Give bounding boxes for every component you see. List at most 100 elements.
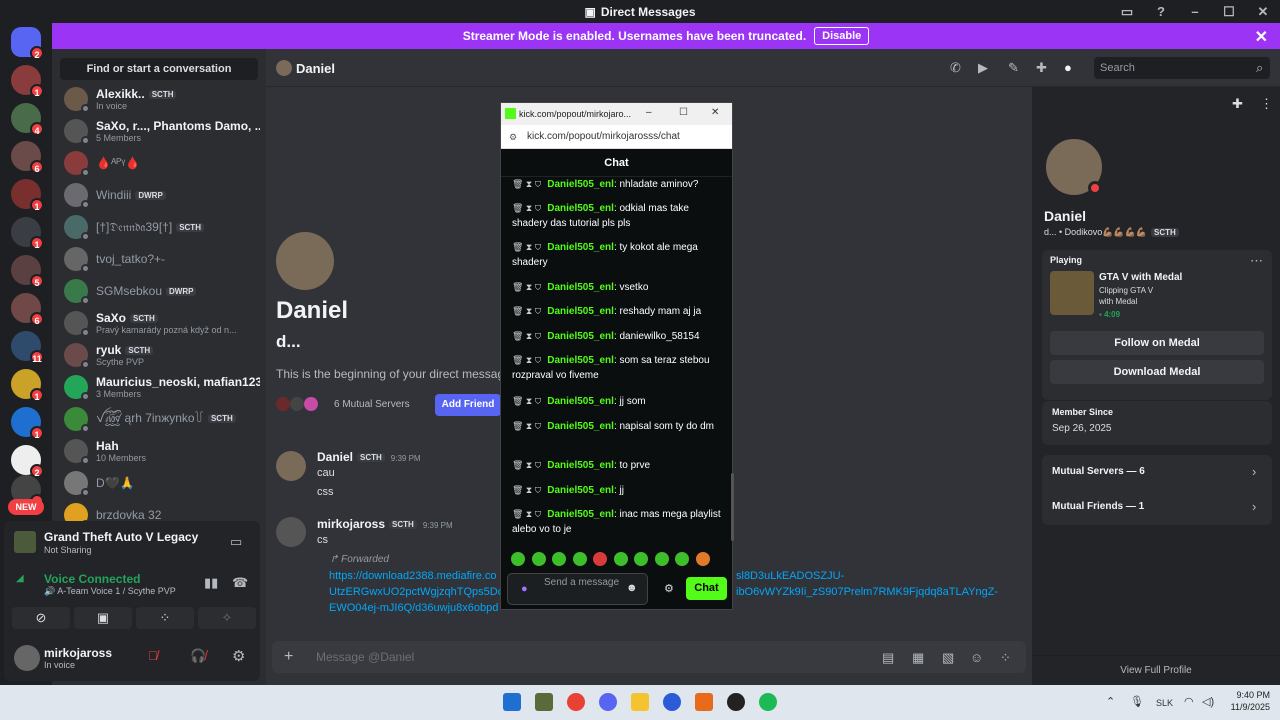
- kick-chat-message[interactable]: 🗑 ⧗ ⛉ Daniel505_enl: to prve: [512, 458, 722, 473]
- emote-icon[interactable]: [572, 552, 587, 566]
- more-icon[interactable]: ⋮: [1260, 96, 1273, 112]
- dm-item[interactable]: ꪜ꫞ ąrh 7inжynko꒦ SCTH: [64, 403, 260, 435]
- spotify-icon[interactable]: [759, 693, 777, 711]
- site-settings-icon[interactable]: ⚙: [509, 132, 517, 143]
- add-friend-button[interactable]: Add Friend: [435, 394, 501, 416]
- server-icon[interactable]: 6: [11, 293, 44, 326]
- find-conversation-input[interactable]: Find or start a conversation: [60, 58, 258, 80]
- kick-chat-message[interactable]: 🗑 ⧗ ⛉ Daniel505_enl: jj som: [512, 394, 722, 409]
- minimize-button[interactable]: –: [1178, 4, 1212, 19]
- minimize-button[interactable]: –: [646, 107, 652, 118]
- add-friend-icon[interactable]: ✚: [1232, 96, 1243, 112]
- dm-item[interactable]: Hah 10 Members: [64, 435, 260, 467]
- settings-gear-icon[interactable]: ⚙: [232, 647, 245, 665]
- help-icon[interactable]: ?: [1144, 4, 1178, 19]
- moderation-icons[interactable]: 🗑 ⧗ ⛉: [512, 306, 541, 316]
- chat-username[interactable]: Daniel505_enl: [547, 421, 614, 432]
- kick-chat-message[interactable]: 🗑 ⧗ ⛉ Daniel505_enl: jj: [512, 483, 722, 498]
- app-icon[interactable]: [535, 693, 553, 711]
- dm-item[interactable]: SaXo, r..., Phantoms Damo, ... 5 Members: [64, 115, 260, 147]
- follow-on-medal-button[interactable]: Follow on Medal: [1050, 331, 1264, 355]
- server-icon[interactable]: 1: [11, 217, 44, 250]
- disconnect-icon[interactable]: ☎: [232, 575, 248, 591]
- chat-username[interactable]: Daniel505_enl: [547, 331, 614, 342]
- voice-channel[interactable]: 🔊 A-Team Voice 1 / Scythe PVP: [44, 586, 176, 597]
- moderation-icons[interactable]: 🗑 ⧗ ⛉: [512, 331, 541, 341]
- gift-icon[interactable]: ▤: [882, 650, 894, 666]
- wifi-icon[interactable]: ◠: [1184, 695, 1194, 708]
- server-icon[interactable]: 1: [11, 65, 44, 98]
- dm-item[interactable]: SaXo SCTH Pravý kamarády pozná když od n..…: [64, 307, 260, 339]
- close-banner-icon[interactable]: ✕: [1255, 27, 1268, 47]
- link[interactable]: https://download2388.mediafire.co: [329, 570, 497, 582]
- moderation-icons[interactable]: 🗑 ⧗ ⛉: [512, 242, 541, 252]
- settings-gear-icon[interactable]: ⚙: [664, 582, 674, 595]
- moderation-icons[interactable]: 🗑 ⧗ ⛉: [512, 396, 541, 406]
- home-button[interactable]: 2: [11, 27, 44, 60]
- link[interactable]: ibO6vWYZk9Ii_zS907Prelm7RMK9Fjqdq8aTLAYn…: [736, 586, 998, 598]
- emote-icon[interactable]: [695, 552, 710, 566]
- mutual-servers-row[interactable]: Mutual Servers — 6: [1052, 466, 1145, 477]
- dm-item[interactable]: Alexikk.. SCTH In voice: [64, 83, 260, 115]
- scrollbar[interactable]: [731, 473, 734, 541]
- discord-taskbar-icon[interactable]: [599, 693, 617, 711]
- kick-chat-message[interactable]: 🗑 ⧗ ⛉ Daniel505_enl: vsetko: [512, 280, 722, 295]
- gif-icon[interactable]: ▦: [912, 650, 924, 666]
- dm-item[interactable]: Mauricius_neoski, mafian123 3 Members: [64, 371, 260, 403]
- chat-username[interactable]: Daniel505_enl: [547, 179, 614, 190]
- emote-icon[interactable]: [634, 552, 648, 566]
- mute-icon[interactable]: 🎙̸: [148, 648, 158, 663]
- file-explorer-icon[interactable]: [631, 693, 649, 711]
- server-icon[interactable]: 1: [11, 407, 44, 440]
- emote-icon[interactable]: [613, 552, 628, 566]
- chat-username[interactable]: Daniel505_enl: [547, 355, 614, 366]
- chrome-icon[interactable]: [567, 693, 585, 711]
- moderation-icons[interactable]: 🗑 ⧗ ⛉: [512, 179, 541, 189]
- disable-button[interactable]: Disable: [814, 27, 870, 45]
- pin-icon[interactable]: ✎: [1008, 60, 1019, 76]
- maximize-button[interactable]: ☐: [679, 107, 688, 118]
- dm-item[interactable]: Windiii DWRP: [64, 179, 260, 211]
- moderation-icons[interactable]: 🗑 ⧗ ⛉: [512, 460, 541, 470]
- tray-chevron-icon[interactable]: ⌃: [1106, 695, 1115, 708]
- chat-username[interactable]: Daniel505_enl: [547, 242, 614, 253]
- link[interactable]: EWO04ej-mJI6Q/d36uwju8x6obpd: [329, 602, 498, 614]
- dm-item[interactable]: tvoj_tatko?+-: [64, 243, 260, 275]
- dm-item[interactable]: SGMsebkou DWRP: [64, 275, 260, 307]
- noise-icon[interactable]: ▮▮: [204, 575, 218, 591]
- emote-icon[interactable]: [593, 552, 607, 566]
- mutual-friends-row[interactable]: Mutual Friends — 1: [1052, 501, 1144, 512]
- call-icon[interactable]: ✆: [950, 60, 961, 76]
- soundboard-button[interactable]: ✧: [198, 607, 256, 629]
- kick-chat-message[interactable]: 🗑 ⧗ ⛉ Daniel505_enl: reshady mam aj ja: [512, 304, 722, 319]
- server-icon[interactable]: 5: [11, 255, 44, 288]
- dm-item[interactable]: D🖤🙏: [64, 467, 260, 499]
- server-icon[interactable]: 11: [11, 331, 44, 364]
- chat-username[interactable]: Daniel505_enl: [547, 282, 614, 293]
- emoji-icon[interactable]: ☻: [626, 582, 638, 594]
- search-input[interactable]: Search: [1094, 57, 1270, 79]
- moderation-icons[interactable]: 🗑 ⧗ ⛉: [512, 421, 541, 431]
- deafen-icon[interactable]: 🎧̸: [190, 648, 206, 664]
- moderation-icons[interactable]: 🗑 ⧗ ⛉: [512, 282, 541, 292]
- server-icon[interactable]: 4: [11, 103, 44, 136]
- chat-username[interactable]: Daniel505_enl: [547, 509, 614, 520]
- app-icon[interactable]: [695, 693, 713, 711]
- microphone-tray-icon[interactable]: 🎙: [1130, 695, 1144, 708]
- avatar[interactable]: [14, 645, 40, 671]
- app-icon[interactable]: [663, 693, 681, 711]
- kick-chat-message[interactable]: 🗑 ⧗ ⛉ Daniel505_enl: inac mas mega playli…: [512, 507, 722, 537]
- moderation-icons[interactable]: 🗑 ⧗ ⛉: [512, 509, 541, 519]
- more-icon[interactable]: ⋯: [1250, 253, 1263, 269]
- maximize-button[interactable]: ☐: [1212, 4, 1246, 20]
- new-unreads-pill[interactable]: NEW: [8, 499, 44, 515]
- camera-button[interactable]: ⊘: [12, 607, 70, 629]
- user-profile-icon[interactable]: ●: [1064, 60, 1072, 75]
- chat-username[interactable]: Daniel505_enl: [547, 306, 614, 317]
- language-indicator[interactable]: SLK: [1156, 698, 1173, 708]
- chat-username[interactable]: Daniel505_enl: [547, 485, 614, 496]
- volume-icon[interactable]: ◁): [1202, 695, 1214, 708]
- link[interactable]: sl8D3uLkEADOSZJU-: [736, 570, 844, 582]
- kick-chat-send-button[interactable]: Chat: [686, 577, 727, 600]
- emote-icon[interactable]: [531, 552, 546, 566]
